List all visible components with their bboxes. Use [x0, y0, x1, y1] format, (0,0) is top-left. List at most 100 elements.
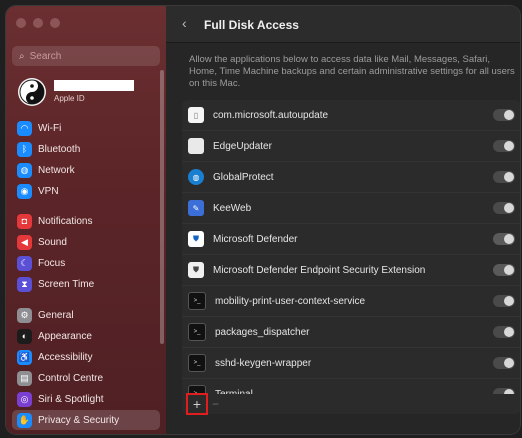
sidebar: ⌕ Apple ID ◠ Wi-Fi ᛒ Bluetooth ◍ Network ◉ VPN ◘…	[6, 6, 166, 434]
access-toggle[interactable]	[493, 326, 515, 338]
generic-app-icon	[188, 138, 204, 154]
sidebar-item-label: VPN	[38, 185, 59, 197]
access-toggle[interactable]	[493, 140, 515, 152]
sidebar-item-label: Accessibility	[38, 351, 93, 363]
app-name: Microsoft Defender Endpoint Security Ext…	[213, 264, 426, 276]
description: Allow the applications below to access d…	[189, 54, 515, 89]
app-name: com.microsoft.autoupdate	[213, 109, 329, 121]
search-input[interactable]	[29, 50, 140, 62]
avatar	[18, 78, 46, 106]
control-centre-icon: ▤	[17, 370, 32, 386]
app-name: KeeWeb	[213, 202, 252, 214]
list-controls: + −	[182, 393, 520, 415]
page-title: Full Disk Access	[204, 18, 299, 32]
access-toggle[interactable]	[493, 357, 515, 369]
access-toggle[interactable]	[493, 171, 515, 183]
sidebar-scrollbar[interactable]	[160, 70, 164, 344]
toolbar: ‹ Full Disk Access	[166, 6, 520, 43]
globe-icon: ◍	[188, 169, 204, 185]
defender-shield-icon: ⛊	[188, 231, 204, 247]
access-toggle[interactable]	[493, 233, 515, 245]
settings-window: ⌕ Apple ID ◠ Wi-Fi ᛒ Bluetooth ◍ Network ◉ VPN ◘…	[6, 6, 520, 434]
sidebar-item-notifications[interactable]: ◘ Notifications	[12, 211, 160, 231]
sidebar-item-vpn[interactable]: ◉ VPN	[12, 181, 160, 201]
terminal-icon: >_	[188, 323, 206, 341]
sidebar-item-general[interactable]: ⚙ General	[12, 305, 160, 325]
access-toggle[interactable]	[493, 202, 515, 214]
account-name-redacted	[54, 80, 134, 91]
terminal-icon: >_	[188, 354, 206, 372]
sidebar-item-label: Appearance	[38, 330, 92, 342]
app-row: ▯ com.microsoft.autoupdate	[182, 100, 520, 131]
zoom-window-button[interactable]	[50, 18, 60, 28]
accessibility-icon: ♿	[17, 349, 32, 365]
terminal-icon: >_	[188, 292, 206, 310]
app-name: mobility-print-user-context-service	[215, 295, 366, 307]
account-row[interactable]: Apple ID	[16, 76, 162, 110]
search-icon: ⌕	[19, 50, 25, 62]
moon-icon: ☾	[17, 255, 32, 271]
app-name: Microsoft Defender	[213, 233, 298, 245]
back-button[interactable]: ‹	[182, 15, 187, 31]
sidebar-item-focus[interactable]: ☾ Focus	[12, 253, 160, 273]
app-row: EdgeUpdater	[182, 131, 520, 162]
siri-icon: ◎	[17, 391, 32, 407]
sidebar-item-sound[interactable]: ◀ Sound	[12, 232, 160, 252]
sidebar-search[interactable]: ⌕	[12, 46, 160, 66]
sidebar-item-label: Bluetooth	[38, 143, 81, 155]
speaker-icon: ◀	[17, 234, 32, 250]
app-row: >_ sshd-keygen-wrapper	[182, 348, 520, 379]
sidebar-item-privacy-security[interactable]: ✋ Privacy & Security	[12, 410, 160, 430]
sidebar-item-bluetooth[interactable]: ᛒ Bluetooth	[12, 139, 160, 159]
appearance-icon: ◐	[17, 328, 32, 344]
sidebar-item-screen-time[interactable]: ⧗ Screen Time	[12, 274, 160, 294]
sidebar-item-network[interactable]: ◍ Network	[12, 160, 160, 180]
hourglass-icon: ⧗	[17, 276, 32, 292]
sidebar-item-control-centre[interactable]: ▤ Control Centre	[12, 368, 160, 388]
remove-app-button[interactable]: −	[212, 397, 219, 411]
app-row: ⛊ Microsoft Defender	[182, 224, 520, 255]
apple-id-label: Apple ID	[54, 94, 85, 103]
sidebar-item-appearance[interactable]: ◐ Appearance	[12, 326, 160, 346]
app-name: EdgeUpdater	[213, 140, 272, 152]
app-row: ◍ GlobalProtect	[182, 162, 520, 193]
sidebar-item-label: Privacy & Security	[38, 414, 120, 426]
sidebar-item-label: Siri & Spotlight	[38, 393, 104, 405]
sidebar-item-siri-spotlight[interactable]: ◎ Siri & Spotlight	[12, 389, 160, 409]
sidebar-item-label: Sound	[38, 236, 67, 248]
globe-icon: ◍	[17, 162, 32, 178]
sidebar-item-label: Screen Time	[38, 278, 95, 290]
app-row: ✎ KeeWeb	[182, 193, 520, 224]
sidebar-item-label: Focus	[38, 257, 66, 269]
main-pane: ‹ Full Disk Access Allow the application…	[166, 6, 520, 434]
shield-icon: ⛊	[188, 262, 204, 278]
app-row: >_ packages_dispatcher	[182, 317, 520, 348]
sidebar-item-label: General	[38, 309, 74, 321]
sidebar-item-label: Wi-Fi	[38, 122, 62, 134]
gear-icon: ⚙	[17, 307, 32, 323]
close-window-button[interactable]	[16, 18, 26, 28]
keeweb-icon: ✎	[188, 200, 204, 216]
vpn-icon: ◉	[17, 183, 32, 199]
app-name: packages_dispatcher	[215, 326, 310, 338]
document-icon: ▯	[188, 107, 204, 123]
hand-icon: ✋	[17, 412, 32, 428]
access-toggle[interactable]	[493, 295, 515, 307]
access-toggle[interactable]	[493, 109, 515, 121]
app-list: ▯ com.microsoft.autoupdate EdgeUpdater ◍ Glo…	[182, 100, 520, 409]
sidebar-item-label: Notifications	[38, 215, 93, 227]
sidebar-item-wi-fi[interactable]: ◠ Wi-Fi	[12, 118, 160, 138]
app-name: sshd-keygen-wrapper	[215, 357, 312, 369]
bluetooth-icon: ᛒ	[17, 141, 32, 157]
minimize-window-button[interactable]	[33, 18, 43, 28]
sidebar-item-label: Control Centre	[38, 372, 104, 384]
access-toggle[interactable]	[493, 264, 515, 276]
app-name: GlobalProtect	[213, 171, 274, 183]
sidebar-item-accessibility[interactable]: ♿ Accessibility	[12, 347, 160, 367]
app-row: ⛊ Microsoft Defender Endpoint Security Ex…	[182, 255, 520, 286]
sidebar-item-label: Network	[38, 164, 75, 176]
wifi-icon: ◠	[17, 120, 32, 136]
add-app-button[interactable]: +	[186, 393, 208, 415]
bell-icon: ◘	[17, 213, 32, 229]
window-controls	[16, 18, 60, 28]
